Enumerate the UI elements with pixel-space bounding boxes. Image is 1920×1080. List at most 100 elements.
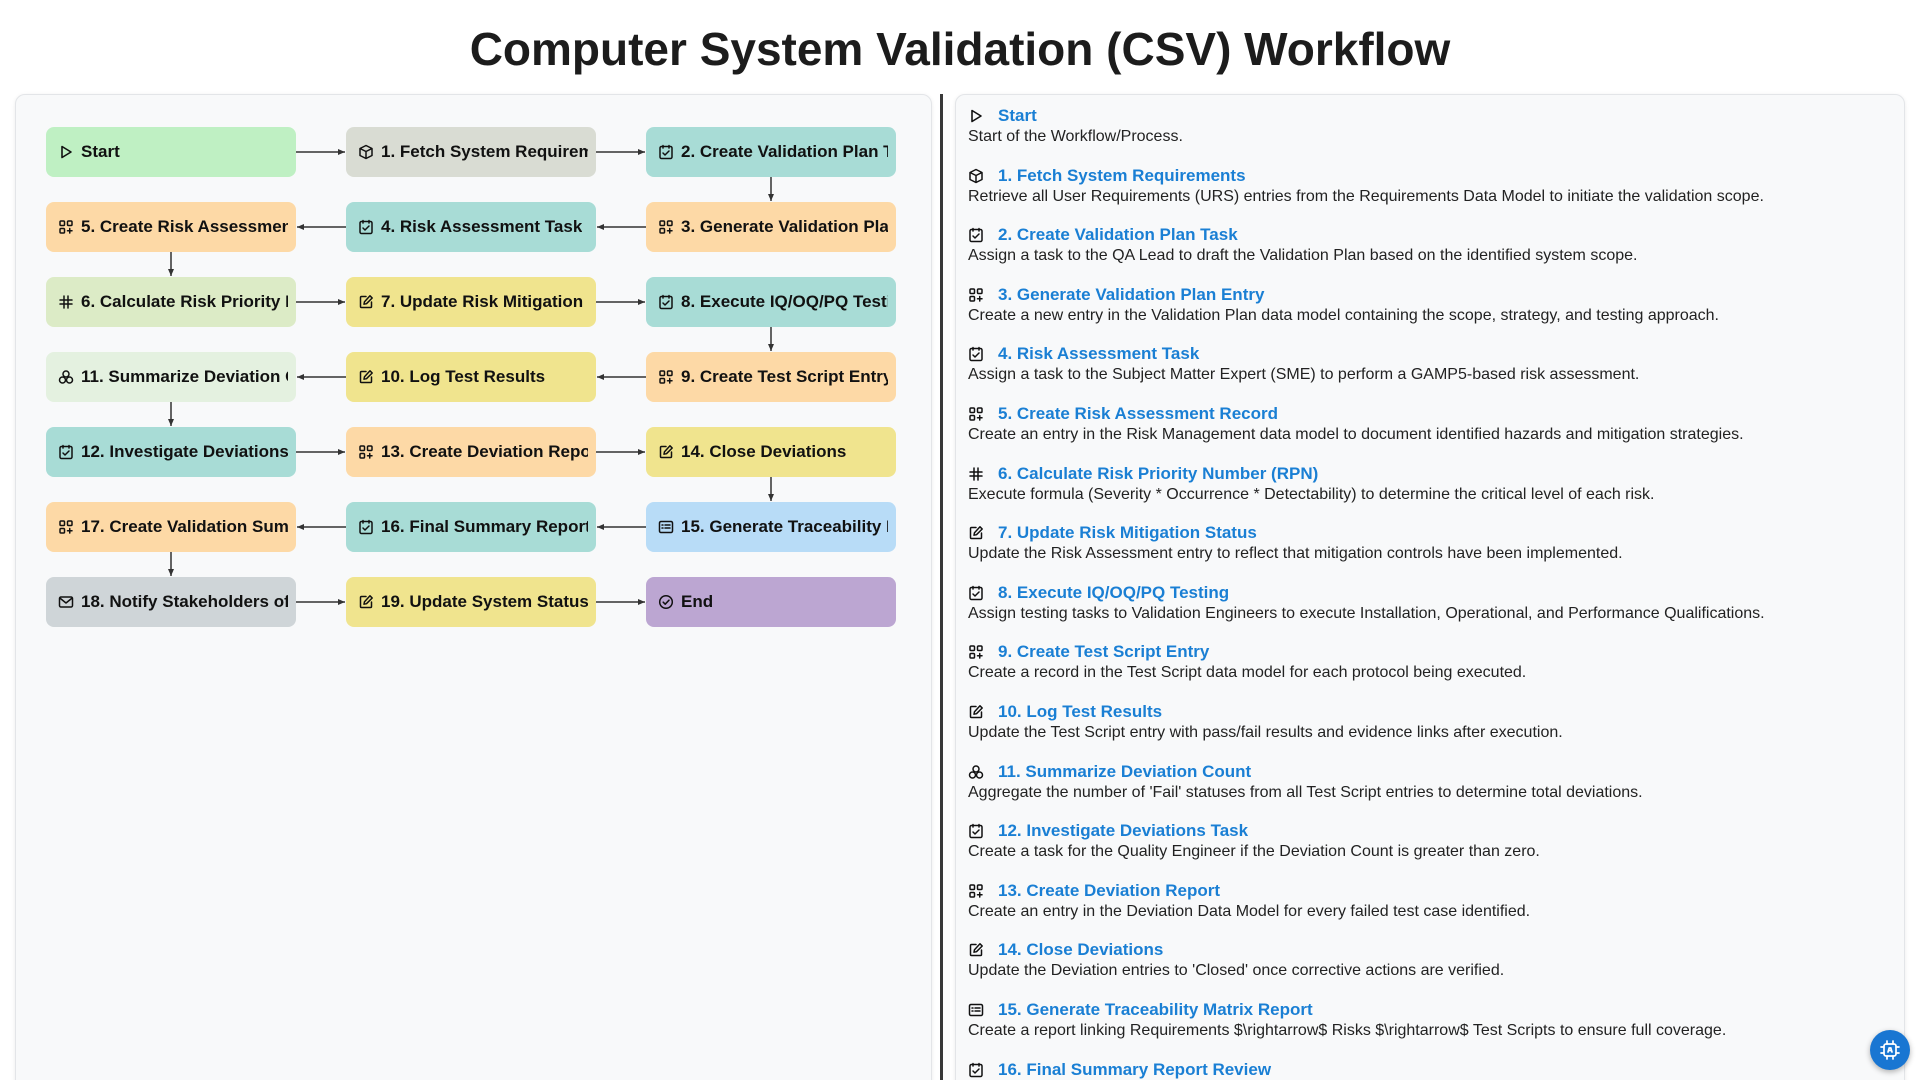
flow-node[interactable]: 8. Execute IQ/OQ/PQ Testin — [646, 277, 896, 327]
flow-node-label: 4. Risk Assessment Task — [381, 217, 583, 236]
flow-node-label: 12. Investigate Deviations T — [81, 442, 288, 461]
step-description: Retrieve all User Requirements (URS) ent… — [968, 187, 1764, 205]
step-item: 7. Update Risk Mitigation Status Update t… — [968, 522, 1898, 563]
step-item: 2. Create Validation Plan Task Assign a t… — [968, 224, 1898, 265]
grid-plus-icon — [658, 219, 674, 235]
flow-node[interactable]: 14. Close Deviations — [646, 427, 896, 477]
flow-node[interactable]: 17. Create Validation Summ — [46, 502, 296, 552]
step-title-link[interactable]: 14. Close Deviations — [998, 940, 1163, 960]
step-item: 12. Investigate Deviations Task Create a … — [968, 820, 1898, 861]
step-item: 1. Fetch System Requirements Retrieve all… — [968, 165, 1898, 206]
step-title-link[interactable]: 13. Create Deviation Report — [998, 881, 1220, 901]
step-title-link[interactable]: 5. Create Risk Assessment Record — [998, 404, 1278, 424]
aggregate-icon — [968, 764, 984, 780]
flow-node[interactable]: 18. Notify Stakeholders of / — [46, 577, 296, 627]
step-item: 3. Generate Validation Plan Entry Create … — [968, 284, 1898, 325]
flow-node[interactable]: 6. Calculate Risk Priority N — [46, 277, 296, 327]
task-check-icon — [658, 294, 674, 310]
step-title-link[interactable]: 4. Risk Assessment Task — [998, 344, 1199, 364]
grid-plus-icon — [968, 406, 984, 422]
flow-node[interactable]: 2. Create Validation Plan Ta — [646, 127, 896, 177]
task-check-icon — [968, 227, 984, 243]
step-description: Create a new entry in the Validation Pla… — [968, 306, 1719, 324]
edit-icon — [968, 525, 984, 541]
hash-icon — [968, 466, 984, 482]
flow-node[interactable]: 5. Create Risk Assessment — [46, 202, 296, 252]
step-description: Assign a task to the QA Lead to draft th… — [968, 247, 1638, 265]
cube-icon — [968, 168, 984, 184]
step-title-link[interactable]: 11. Summarize Deviation Count — [998, 762, 1251, 782]
flow-node[interactable]: 12. Investigate Deviations T — [46, 427, 296, 477]
ai-chip-icon — [1878, 1038, 1902, 1062]
step-title-link[interactable]: 16. Final Summary Report Review — [998, 1060, 1271, 1080]
step-title-link[interactable]: 6. Calculate Risk Priority Number (RPN) — [998, 464, 1318, 484]
play-icon — [58, 144, 74, 160]
step-title-link[interactable]: 1. Fetch System Requirements — [998, 166, 1246, 186]
edit-icon — [358, 369, 374, 385]
step-title-link[interactable]: 3. Generate Validation Plan Entry — [998, 285, 1264, 305]
step-title-link[interactable]: 8. Execute IQ/OQ/PQ Testing — [998, 583, 1229, 603]
flow-node[interactable]: 19. Update System Status t — [346, 577, 596, 627]
flow-node[interactable]: 10. Log Test Results — [346, 352, 596, 402]
step-item: Start Start of the Workflow/Process. — [968, 105, 1898, 146]
flow-node-label: 2. Create Validation Plan Ta — [681, 142, 888, 161]
flow-node-label: 9. Create Test Script Entry — [681, 367, 888, 386]
flow-node[interactable]: 3. Generate Validation Plan — [646, 202, 896, 252]
task-check-icon — [58, 444, 74, 460]
flow-node-label: End — [681, 592, 714, 611]
step-title-link[interactable]: 10. Log Test Results — [998, 702, 1162, 722]
step-description: Create a record in the Test Script data … — [968, 664, 1527, 682]
step-item: 13. Create Deviation Report Create an ent… — [968, 880, 1898, 921]
step-title-link[interactable]: 15. Generate Traceability Matrix Report — [998, 1000, 1313, 1020]
step-title-link[interactable]: 12. Investigate Deviations Task — [998, 821, 1248, 841]
grid-plus-icon — [58, 519, 74, 535]
step-details-panel: Start Start of the Workflow/Process. 1. Fe… — [955, 94, 1905, 1080]
cube-icon — [358, 144, 374, 160]
step-description: Assign a task to the Subject Matter Expe… — [968, 366, 1640, 384]
flow-node[interactable]: 1. Fetch System Requireme — [346, 127, 596, 177]
step-description: Update the Risk Assessment entry to refl… — [968, 545, 1623, 563]
step-title-link[interactable]: Start — [998, 106, 1037, 126]
flow-node[interactable]: 9. Create Test Script Entry — [646, 352, 896, 402]
step-title-link[interactable]: 2. Create Validation Plan Task — [998, 225, 1238, 245]
step-header: 16. Final Summary Report Review — [968, 1059, 1898, 1080]
check-circle-icon — [658, 594, 674, 610]
ai-assistant-button[interactable] — [1870, 1030, 1910, 1070]
step-item: 16. Final Summary Report Review — [968, 1059, 1898, 1080]
step-description: Update the Test Script entry with pass/f… — [968, 724, 1563, 741]
task-check-icon — [968, 346, 984, 362]
step-description: Assign testing tasks to Validation Engin… — [968, 604, 1765, 622]
step-header: 2. Create Validation Plan Task — [968, 224, 1898, 246]
flow-node[interactable]: 4. Risk Assessment Task — [346, 202, 596, 252]
step-header: 9. Create Test Script Entry — [968, 641, 1898, 663]
flow-node[interactable]: 16. Final Summary Report I — [346, 502, 596, 552]
step-item: 10. Log Test Results Update the Test Scri… — [968, 701, 1898, 742]
task-check-icon — [968, 585, 984, 601]
flow-node[interactable]: 7. Update Risk Mitigation S — [346, 277, 596, 327]
grid-plus-icon — [358, 444, 374, 460]
task-check-icon — [968, 823, 984, 839]
step-title-link[interactable]: 7. Update Risk Mitigation Status — [998, 523, 1257, 543]
flow-node[interactable]: 15. Generate Traceability M — [646, 502, 896, 552]
step-header: 6. Calculate Risk Priority Number (RPN) — [968, 463, 1898, 485]
flowchart-panel: Start 1. Fetch System Requireme 2. Create … — [15, 94, 932, 1080]
step-description: Create a task for the Quality Engineer i… — [968, 843, 1540, 861]
step-title-link[interactable]: 9. Create Test Script Entry — [998, 642, 1209, 662]
edit-icon — [358, 294, 374, 310]
flow-node[interactable]: Start — [46, 127, 296, 177]
flow-node-label: 1. Fetch System Requireme — [381, 142, 588, 161]
step-item: 14. Close Deviations Update the Deviation… — [968, 939, 1898, 980]
panel-splitter[interactable] — [940, 94, 943, 1080]
flow-node-label: 5. Create Risk Assessment — [81, 217, 288, 236]
flow-node-label: 18. Notify Stakeholders of / — [81, 592, 288, 611]
flow-node-label: 14. Close Deviations — [681, 442, 847, 461]
flow-node[interactable]: 11. Summarize Deviation C — [46, 352, 296, 402]
grid-plus-icon — [968, 883, 984, 899]
report-icon — [968, 1002, 984, 1018]
step-description: Execute formula (Severity * Occurrence *… — [968, 485, 1655, 503]
edit-icon — [658, 444, 674, 460]
flow-node[interactable]: End — [646, 577, 896, 627]
flow-node-label: 11. Summarize Deviation C — [81, 367, 288, 386]
flow-node[interactable]: 13. Create Deviation Repor — [346, 427, 596, 477]
step-description: Update the Deviation entries to 'Closed'… — [968, 962, 1505, 980]
